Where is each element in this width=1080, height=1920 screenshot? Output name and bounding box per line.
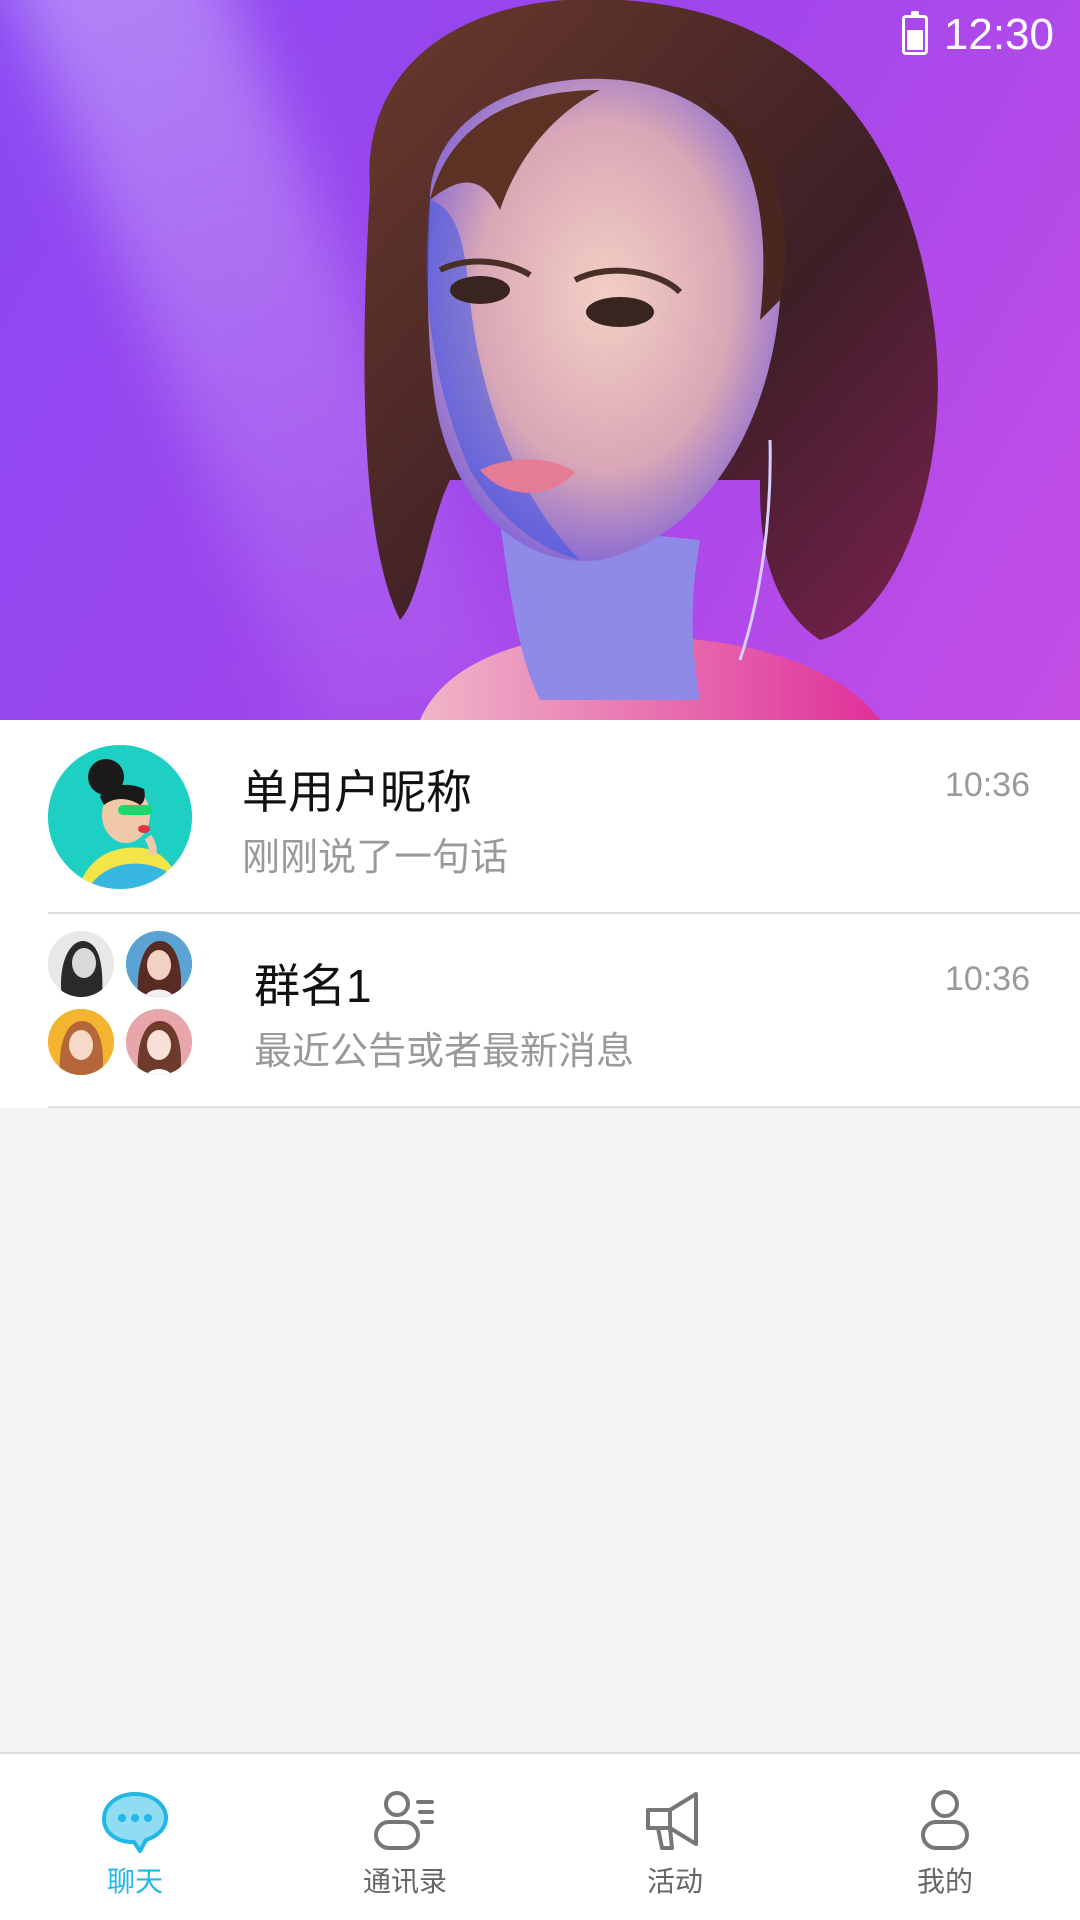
chat-preview: 刚刚说了一句话 [242, 837, 509, 879]
member-avatar [48, 931, 114, 997]
single-avatar [48, 745, 192, 889]
app-screen: 12:30 单用户昵称 刚刚说了一句话 10:36 群名1 最近公告或者最新消息… [0, 0, 1080, 1920]
status-bar: 12:30 [901, 10, 1054, 60]
person-icon [921, 1790, 969, 1850]
battery-level [906, 29, 923, 50]
megaphone-icon [646, 1792, 698, 1850]
nav-item-activity[interactable]: 活动 [540, 1754, 810, 1920]
hero-banner: 12:30 [0, 0, 1080, 720]
divider [48, 1106, 1080, 1108]
nav-label-activity: 活动 [646, 1866, 703, 1897]
nav-item-contacts[interactable]: 通讯录 [270, 1754, 540, 1920]
group-avatar[interactable] [48, 931, 192, 1091]
member-avatar [48, 1009, 114, 1075]
chat-name: 单用户昵称 [242, 766, 472, 818]
chat-preview: 最近公告或者最新消息 [254, 1031, 635, 1073]
status-time: 12:30 [943, 10, 1054, 59]
nav-item-me[interactable]: 我的 [810, 1754, 1080, 1920]
member-avatar [126, 931, 192, 997]
chat-time: 10:36 [944, 960, 1030, 998]
chat-list: 单用户昵称 刚刚说了一句话 10:36 群名1 最近公告或者最新消息 10:36 [0, 720, 1080, 1108]
battery-icon [901, 11, 928, 55]
chat-name: 群名1 [254, 960, 372, 1012]
chat-item-group[interactable]: 群名1 最近公告或者最新消息 10:36 [0, 914, 1080, 1108]
nav-label-contacts: 通讯录 [362, 1866, 447, 1897]
chat-item-single[interactable]: 单用户昵称 刚刚说了一句话 10:36 [0, 720, 1080, 914]
nav-label-me: 我的 [916, 1866, 973, 1897]
portrait-photo [364, 0, 938, 720]
chat-bubble-icon [102, 1792, 168, 1853]
contacts-icon [374, 1791, 434, 1850]
nav-item-chat[interactable]: 聊天 [0, 1754, 270, 1920]
member-avatar [126, 1009, 192, 1075]
nav-label-chat: 聊天 [106, 1866, 163, 1897]
chat-time: 10:36 [944, 766, 1030, 804]
bottom-nav: 聊天 通讯录 活动 我的 [0, 1752, 1080, 1920]
avatar[interactable] [48, 745, 192, 889]
